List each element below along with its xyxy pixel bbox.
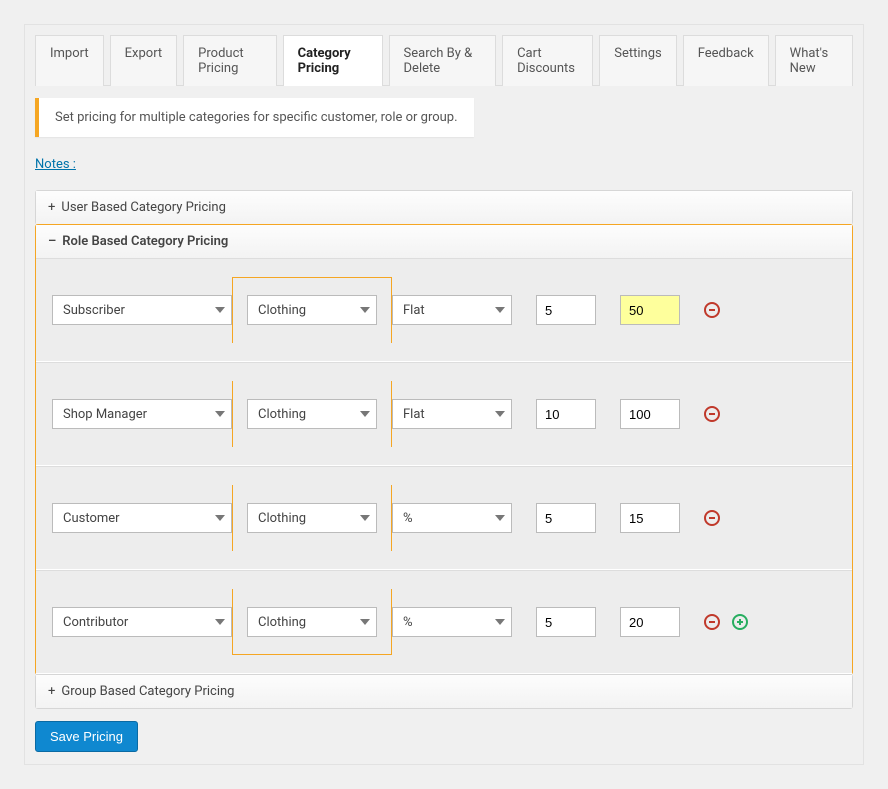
- category-value: Clothing: [258, 303, 306, 318]
- chevron-down-icon: [495, 515, 505, 521]
- role-select[interactable]: Customer: [52, 503, 232, 533]
- price-input[interactable]: [620, 399, 680, 429]
- accordion-title: Group Based Category Pricing: [61, 684, 234, 699]
- category-value: Clothing: [258, 511, 306, 526]
- chevron-down-icon: [215, 307, 225, 313]
- notes-link-wrap: Notes :: [35, 157, 853, 172]
- notes-link[interactable]: Notes :: [35, 157, 76, 172]
- role-value: Subscriber: [63, 303, 125, 318]
- chevron-down-icon: [360, 411, 370, 417]
- collapse-icon: –: [48, 234, 56, 249]
- role-value: Shop Manager: [63, 407, 147, 422]
- accordion-group[interactable]: + Group Based Category Pricing: [35, 674, 853, 709]
- chevron-down-icon: [360, 307, 370, 313]
- role-rows: Subscriber Clothing Flat Shop Manager Cl…: [36, 258, 852, 674]
- tab-bar: ImportExportProduct PricingCategory Pric…: [35, 35, 853, 86]
- accordion-user[interactable]: + User Based Category Pricing: [35, 190, 853, 225]
- chevron-down-icon: [495, 307, 505, 313]
- chevron-down-icon: [215, 515, 225, 521]
- tab-import[interactable]: Import: [35, 35, 104, 86]
- category-select[interactable]: Clothing: [247, 607, 377, 637]
- price-input[interactable]: [620, 607, 680, 637]
- add-row-icon[interactable]: [732, 614, 748, 630]
- role-select[interactable]: Shop Manager: [52, 399, 232, 429]
- remove-row-icon[interactable]: [704, 614, 720, 630]
- chevron-down-icon: [495, 411, 505, 417]
- chevron-down-icon: [495, 619, 505, 625]
- category-value: Clothing: [258, 615, 306, 630]
- tab-settings[interactable]: Settings: [599, 35, 676, 86]
- type-value: Flat: [403, 303, 425, 318]
- role-select[interactable]: Contributor: [52, 607, 232, 637]
- expand-icon: +: [48, 684, 55, 699]
- tab-feedback[interactable]: Feedback: [683, 35, 769, 86]
- type-select[interactable]: %: [392, 503, 512, 533]
- accordion-role[interactable]: – Role Based Category Pricing Subscriber…: [35, 224, 853, 675]
- remove-row-icon[interactable]: [704, 406, 720, 422]
- pricing-panel: ImportExportProduct PricingCategory Pric…: [24, 24, 864, 765]
- price-input[interactable]: [620, 503, 680, 533]
- category-select[interactable]: Clothing: [247, 399, 377, 429]
- remove-row-icon[interactable]: [704, 510, 720, 526]
- type-value: Flat: [403, 407, 425, 422]
- chevron-down-icon: [215, 619, 225, 625]
- role-select[interactable]: Subscriber: [52, 295, 232, 325]
- chevron-down-icon: [215, 411, 225, 417]
- type-value: %: [403, 615, 413, 630]
- save-pricing-button[interactable]: Save Pricing: [35, 721, 138, 752]
- info-box: Set pricing for multiple categories for …: [35, 98, 474, 137]
- remove-row-icon[interactable]: [704, 302, 720, 318]
- qty-input[interactable]: [536, 503, 596, 533]
- accordion-title: Role Based Category Pricing: [62, 234, 228, 249]
- type-select[interactable]: Flat: [392, 399, 512, 429]
- price-input[interactable]: [620, 295, 680, 325]
- expand-icon: +: [48, 200, 55, 215]
- qty-input[interactable]: [536, 295, 596, 325]
- qty-input[interactable]: [536, 399, 596, 429]
- type-select[interactable]: Flat: [392, 295, 512, 325]
- type-value: %: [403, 511, 413, 526]
- category-select[interactable]: Clothing: [247, 295, 377, 325]
- category-select[interactable]: Clothing: [247, 503, 377, 533]
- qty-input[interactable]: [536, 607, 596, 637]
- tab-product-pricing[interactable]: Product Pricing: [183, 35, 276, 86]
- category-value: Clothing: [258, 407, 306, 422]
- tab-cart-discounts[interactable]: Cart Discounts: [502, 35, 593, 86]
- tab-export[interactable]: Export: [110, 35, 178, 86]
- pricing-row: Customer Clothing %: [36, 466, 852, 570]
- tab-search-by-delete[interactable]: Search By & Delete: [389, 35, 497, 86]
- pricing-row: Shop Manager Clothing Flat: [36, 362, 852, 466]
- role-value: Contributor: [63, 615, 128, 630]
- tab-category-pricing[interactable]: Category Pricing: [283, 35, 383, 86]
- pricing-row: Subscriber Clothing Flat: [36, 258, 852, 362]
- role-value: Customer: [63, 511, 120, 526]
- tab-what-s-new[interactable]: What's New: [775, 35, 853, 86]
- pricing-row: Contributor Clothing %: [36, 570, 852, 674]
- chevron-down-icon: [360, 619, 370, 625]
- chevron-down-icon: [360, 515, 370, 521]
- type-select[interactable]: %: [392, 607, 512, 637]
- accordion-title: User Based Category Pricing: [61, 200, 226, 215]
